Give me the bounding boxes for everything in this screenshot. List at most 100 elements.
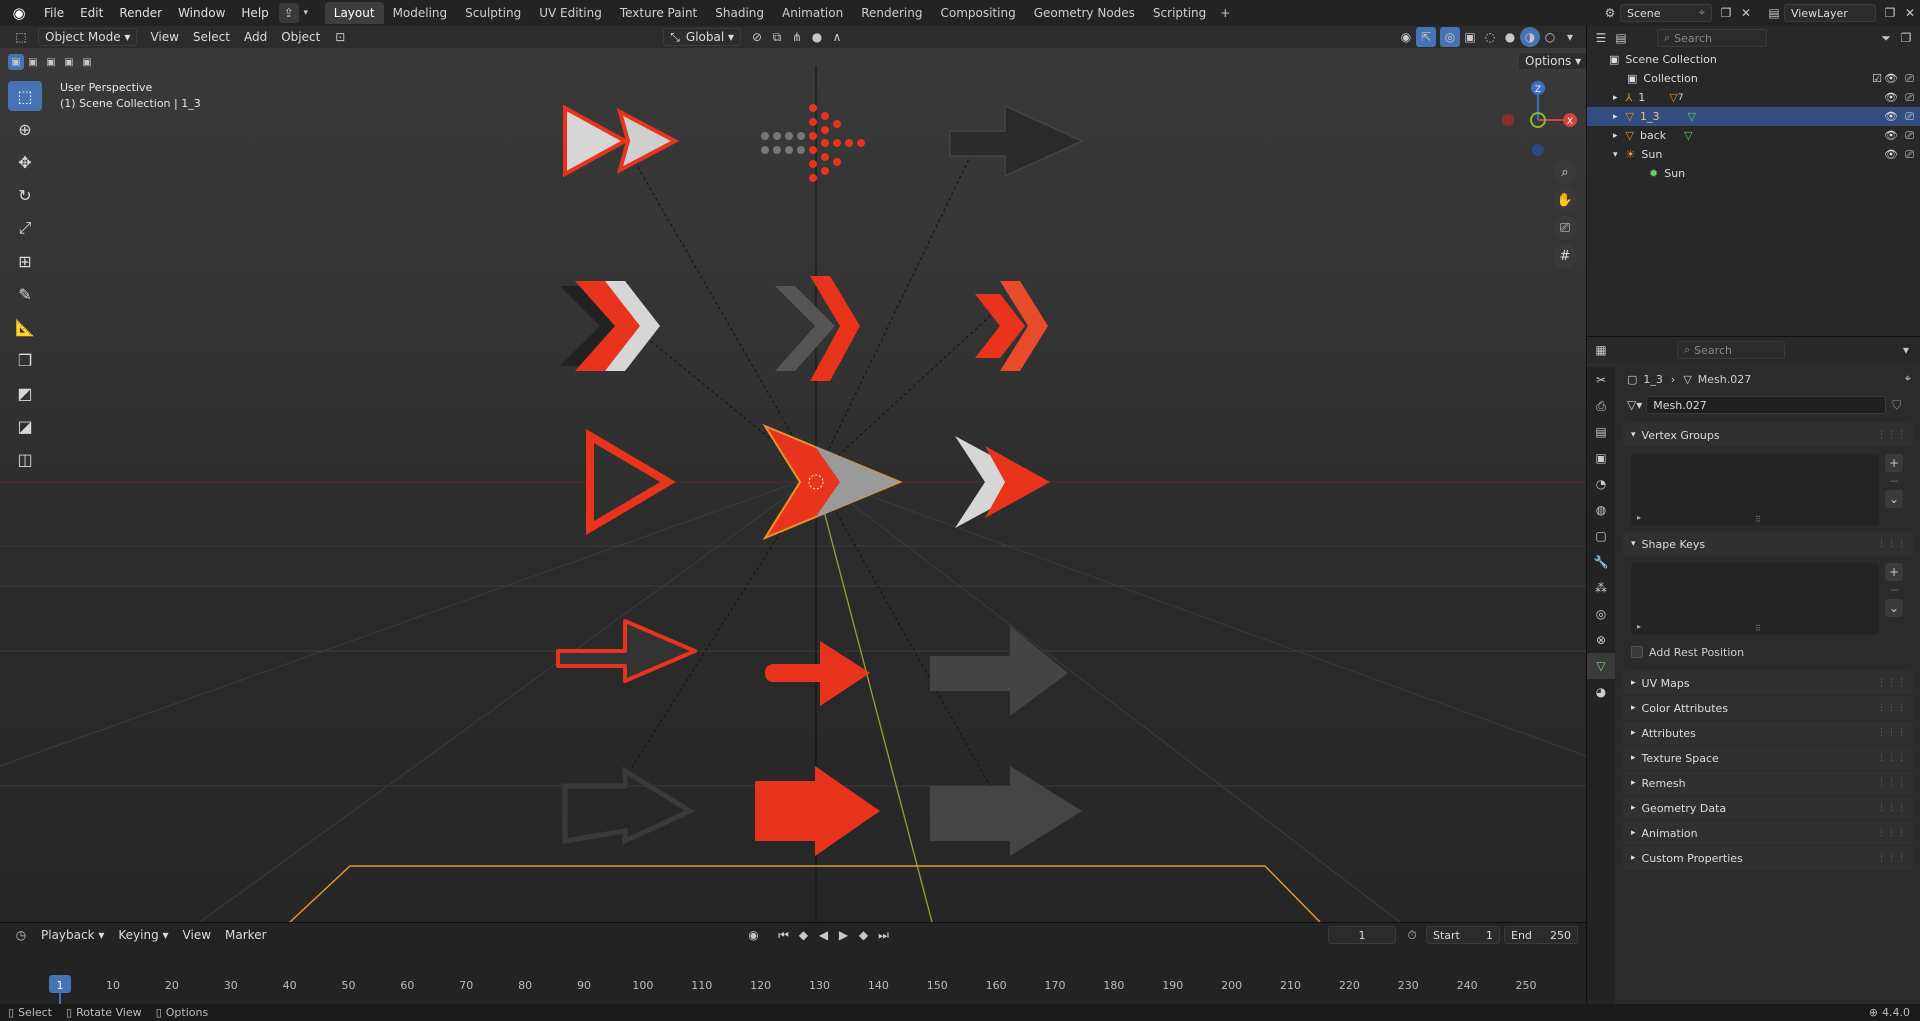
rendered-shading-icon[interactable]: ○	[1540, 27, 1560, 47]
timeline-menu-marker[interactable]: Marker	[218, 928, 273, 942]
camera-icon[interactable]: ⎚	[1905, 91, 1914, 105]
new-collection-icon[interactable]: ❐	[1896, 28, 1916, 48]
solid-shading-icon[interactable]: ●	[1500, 27, 1520, 47]
custom-properties-panel-header[interactable]: ▸ Custom Properties ⋮⋮⋮	[1623, 846, 1913, 870]
transform-orientation-dropdown[interactable]: ⤡ Global ▾	[663, 28, 742, 46]
add-vertex-group-icon[interactable]: +	[1885, 454, 1903, 472]
mesh-browse-icon[interactable]: ▽▾	[1627, 398, 1642, 412]
scene-tab-icon[interactable]: ◔	[1587, 471, 1615, 497]
outliner-item-back[interactable]: ▸ ▽ back ▽ 👁 ⎚	[1587, 126, 1920, 145]
material-shading-icon[interactable]: ◑	[1520, 27, 1540, 47]
add-shape-key-icon[interactable]: +	[1885, 563, 1903, 581]
outliner-search-input[interactable]: ⌕ Search	[1657, 29, 1767, 47]
menu-edit[interactable]: Edit	[72, 0, 111, 26]
move-tool-icon[interactable]: ✥	[8, 147, 42, 177]
drag-grip-icon[interactable]: ⋮⋮⋮	[1877, 753, 1907, 763]
outliner-item-sun[interactable]: ▾ ☀ Sun 👁 ⎚	[1587, 145, 1920, 164]
eye-icon[interactable]: 👁	[1884, 72, 1898, 85]
tab-geometry-nodes[interactable]: Geometry Nodes	[1025, 2, 1144, 24]
new-scene-icon[interactable]: ❐	[1716, 3, 1736, 23]
overlay-toggle-icon[interactable]: ◎	[1440, 27, 1460, 47]
list-filter-icon[interactable]: ▸	[1637, 513, 1641, 522]
delete-view-layer-icon[interactable]: ✕	[1900, 3, 1920, 23]
neg-z-axis-icon[interactable]	[1532, 144, 1544, 156]
camera-view-button[interactable]: ⎚	[1553, 216, 1577, 240]
tab-layout[interactable]: Layout	[324, 2, 384, 24]
zoom-button[interactable]: ⌕	[1553, 160, 1577, 184]
proportional-edit-icon[interactable]: ●	[807, 27, 827, 47]
timeline-menu-keying[interactable]: Keying ▾	[111, 928, 175, 942]
drag-grip-icon[interactable]: ⋮⋮⋮	[1877, 853, 1907, 863]
current-frame-field[interactable]: 1	[1328, 926, 1396, 944]
shape-keys-panel-header[interactable]: ▾ Shape Keys ⋮⋮⋮	[1623, 532, 1913, 556]
outliner-scene-collection[interactable]: ▣ Scene Collection	[1587, 50, 1920, 69]
publish-icon[interactable]: ⇪	[278, 3, 299, 23]
select-box-tool-icon[interactable]: ⬚	[8, 81, 42, 111]
expand-arrow-icon[interactable]: ▸	[1613, 112, 1618, 122]
select-extend-icon[interactable]: ▣	[24, 52, 42, 72]
tab-rendering[interactable]: Rendering	[852, 2, 931, 24]
remesh-panel-header[interactable]: ▸ Remesh ⋮⋮⋮	[1623, 771, 1913, 795]
menu-window[interactable]: Window	[170, 0, 233, 26]
timeline-menu-playback[interactable]: Playback ▾	[34, 928, 111, 942]
outliner-item-sun-data[interactable]: ✹ Sun	[1587, 164, 1920, 183]
list-resize-icon[interactable]: ⠿	[1755, 624, 1761, 633]
measure-tool-icon[interactable]: 📐	[8, 312, 42, 342]
options-dropdown[interactable]: Options ▾	[1518, 52, 1586, 70]
shear-tool-icon[interactable]: ◩	[8, 378, 42, 408]
view-layer-selector[interactable]: ViewLayer	[1784, 4, 1876, 22]
tab-shading[interactable]: Shading	[706, 2, 773, 24]
menu-file[interactable]: File	[36, 0, 72, 26]
menu-render[interactable]: Render	[111, 0, 170, 26]
frame-ruler[interactable]: 1 10 20 30 40 50 60 70 80 90 100 110 120 130 140 150 160…	[0, 947, 1586, 1019]
knife-tool-icon[interactable]: ◪	[8, 411, 42, 441]
annotate-tool-icon[interactable]: ✎	[8, 279, 42, 309]
visibility-icon[interactable]: ◉	[1396, 27, 1416, 47]
drag-grip-icon[interactable]: ⋮⋮⋮	[1877, 828, 1907, 838]
view-layer-tab-icon[interactable]: ▣	[1587, 445, 1615, 471]
blender-logo-icon[interactable]: ◉	[8, 2, 30, 24]
record-icon[interactable]: ◉	[744, 925, 764, 945]
output-tab-icon[interactable]: ▤	[1587, 419, 1615, 445]
eye-icon[interactable]: 👁	[1884, 148, 1898, 161]
drag-grip-icon[interactable]: ⋮⋮⋮	[1877, 539, 1907, 549]
rotate-tool-icon[interactable]: ↻	[8, 180, 42, 210]
tab-sculpting[interactable]: Sculpting	[456, 2, 530, 24]
tab-compositing[interactable]: Compositing	[931, 2, 1024, 24]
snap-mode-icon[interactable]: ⊡	[327, 27, 353, 47]
tab-scripting[interactable]: Scripting	[1144, 2, 1215, 24]
vertex-groups-panel-header[interactable]: ▾ Vertex Groups ⋮⋮⋮	[1623, 423, 1913, 447]
camera-icon[interactable]: ⎚	[1905, 110, 1914, 124]
display-mode-icon[interactable]: ▤	[1611, 28, 1631, 48]
checkbox-icon[interactable]: ☑	[1872, 72, 1882, 85]
viewport-menu-select[interactable]: Select	[186, 30, 237, 44]
eye-icon[interactable]: 👁	[1884, 91, 1898, 104]
fake-user-icon[interactable]: ⛉	[1892, 398, 1901, 413]
modifier-tab-icon[interactable]: 🔧	[1587, 549, 1615, 575]
scale-tool-icon[interactable]: ⤢	[8, 213, 42, 243]
snap-target-icon[interactable]: ⋔	[787, 27, 807, 47]
timeline-editor-type-icon[interactable]: ◷	[8, 925, 34, 945]
expand-arrow-icon[interactable]: ▸	[1613, 93, 1618, 103]
drag-grip-icon[interactable]: ⋮⋮⋮	[1877, 728, 1907, 738]
shape-key-menu-icon[interactable]: ⌄	[1885, 599, 1903, 617]
attributes-panel-header[interactable]: ▸ Attributes ⋮⋮⋮	[1623, 721, 1913, 745]
select-invert-icon[interactable]: ▣	[60, 52, 78, 72]
eye-icon[interactable]: 👁	[1884, 110, 1898, 123]
tab-uv-editing[interactable]: UV Editing	[530, 2, 611, 24]
outliner-collection[interactable]: ▣ Collection ☑ 👁 ⎚	[1587, 69, 1920, 88]
scene-selector[interactable]: Scene ⌖	[1620, 4, 1712, 22]
next-keyframe-icon[interactable]: ◆	[854, 925, 874, 945]
world-tab-icon[interactable]: ◍	[1587, 497, 1615, 523]
pin-icon[interactable]: ⌖	[1905, 372, 1911, 386]
mesh-data-tab-icon[interactable]: ▽	[1587, 653, 1615, 679]
drag-grip-icon[interactable]: ⋮⋮⋮	[1877, 430, 1907, 440]
color-attributes-panel-header[interactable]: ▸ Color Attributes ⋮⋮⋮	[1623, 696, 1913, 720]
mesh-name-field[interactable]: Mesh.027	[1646, 396, 1887, 414]
tab-texture-paint[interactable]: Texture Paint	[611, 2, 706, 24]
filter-icon[interactable]: ⏷	[1876, 28, 1896, 48]
animation-panel-header[interactable]: ▸ Animation ⋮⋮⋮	[1623, 821, 1913, 845]
pin-icon[interactable]: ⌖	[1699, 6, 1705, 20]
tab-modeling[interactable]: Modeling	[384, 2, 457, 24]
expand-arrow-icon[interactable]: ▸	[1613, 131, 1618, 141]
